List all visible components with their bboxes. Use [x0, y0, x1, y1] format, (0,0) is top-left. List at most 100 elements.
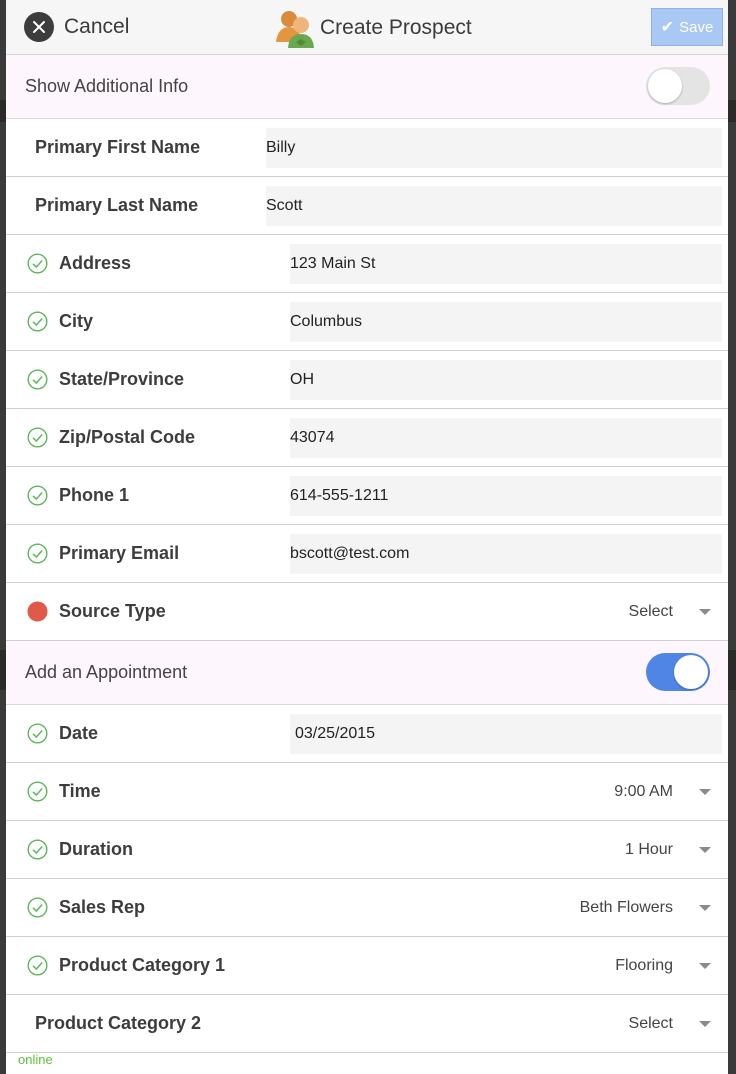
date-row: Date 03/25/2015	[6, 705, 728, 763]
email-field[interactable]: bscott@test.com	[290, 534, 722, 574]
dialog-title-text: Create Prospect	[320, 16, 472, 39]
primary-first-name-value: Billy	[266, 139, 296, 156]
duration-label: Duration	[59, 839, 133, 859]
product-category-1-select[interactable]: Flooring	[615, 937, 728, 994]
sales-rep-value: Beth Flowers	[579, 898, 673, 916]
valid-check-icon	[27, 543, 48, 564]
chevron-down-icon	[699, 788, 711, 795]
city-label: City	[59, 311, 94, 331]
time-row: Time 9:00 AM	[6, 763, 728, 821]
valid-check-icon	[27, 955, 48, 976]
valid-check-icon	[27, 897, 48, 918]
valid-check-icon	[27, 781, 48, 802]
city-value: Columbus	[290, 313, 363, 330]
email-row: Primary Email bscott@test.com	[6, 525, 728, 583]
zip-row: Zip/Postal Code 43074	[6, 409, 728, 467]
create-prospect-dialog: Cancel Create Prospect ✔ Save Show Addit…	[6, 0, 728, 1074]
chevron-down-icon	[699, 608, 711, 615]
phone-row: Phone 1 614-555-1211	[6, 467, 728, 525]
valid-check-icon	[27, 723, 48, 744]
save-label: Save	[679, 18, 714, 36]
toggle-knob	[674, 655, 708, 689]
time-label: Time	[59, 781, 101, 801]
duration-value: 1 Hour	[624, 840, 673, 858]
time-select[interactable]: 9:00 AM	[614, 763, 728, 820]
primary-last-name-row: Primary Last Name Scott	[6, 177, 728, 235]
chevron-down-icon	[699, 846, 711, 853]
show-additional-info-label: Show Additional Info	[25, 76, 189, 96]
valid-check-icon	[27, 485, 48, 506]
add-appointment-row: Add an Appointment	[6, 641, 728, 705]
dialog-header: Cancel Create Prospect ✔ Save	[6, 0, 728, 55]
valid-check-icon	[27, 253, 48, 274]
address-label: Address	[59, 253, 132, 273]
checkmark-icon: ✔	[660, 19, 675, 36]
primary-first-name-label: Primary First Name	[35, 137, 201, 157]
email-value: bscott@test.com	[290, 545, 410, 562]
valid-check-icon	[27, 369, 48, 390]
state-value: OH	[290, 371, 314, 388]
product-category-2-label: Product Category 2	[35, 1013, 202, 1033]
duration-select[interactable]: 1 Hour	[625, 821, 728, 878]
primary-last-name-value: Scott	[266, 197, 303, 214]
show-additional-info-toggle[interactable]	[646, 67, 710, 105]
prospect-people-icon	[276, 11, 314, 48]
primary-last-name-field[interactable]: Scott	[266, 186, 722, 226]
source-type-label: Source Type	[59, 601, 166, 621]
toggle-knob	[648, 69, 682, 103]
product-category-2-row: Product Category 2 Select	[6, 995, 728, 1053]
source-type-select[interactable]: Select	[629, 583, 728, 640]
zip-field[interactable]: 43074	[290, 418, 722, 458]
duration-row: Duration 1 Hour	[6, 821, 728, 879]
show-additional-info-row: Show Additional Info	[6, 55, 728, 119]
state-label: State/Province	[59, 369, 185, 389]
dialog-title: Create Prospect	[274, 8, 472, 48]
cancel-label: Cancel	[64, 15, 130, 38]
chevron-down-icon	[699, 904, 711, 911]
valid-check-icon	[27, 427, 48, 448]
save-button[interactable]: ✔ Save	[651, 8, 723, 46]
zip-label: Zip/Postal Code	[59, 427, 196, 447]
add-appointment-label: Add an Appointment	[25, 662, 188, 682]
phone-field[interactable]: 614-555-1211	[290, 476, 722, 516]
product-category-1-label: Product Category 1	[59, 955, 226, 975]
valid-check-icon	[27, 839, 48, 860]
zip-value: 43074	[290, 429, 335, 446]
phone-value: 614-555-1211	[290, 487, 389, 504]
valid-check-icon	[27, 311, 48, 332]
source-type-value: Select	[628, 602, 673, 620]
date-field[interactable]: 03/25/2015	[290, 714, 722, 754]
state-field[interactable]: OH	[290, 360, 722, 400]
state-row: State/Province OH	[6, 351, 728, 409]
chevron-down-icon	[699, 1020, 711, 1027]
city-row: City Columbus	[6, 293, 728, 351]
close-icon	[24, 12, 54, 42]
city-field[interactable]: Columbus	[290, 302, 722, 342]
source-type-row: Source Type Select	[6, 583, 728, 641]
address-value: 123 Main St	[290, 255, 376, 272]
cancel-button[interactable]: Cancel	[24, 12, 129, 42]
date-value: 03/25/2015	[295, 725, 376, 742]
date-label: Date	[59, 723, 99, 743]
background-strip-right-top	[728, 100, 736, 122]
background-strip-right-mid	[728, 650, 736, 690]
required-dot-icon	[27, 601, 48, 622]
primary-last-name-label: Primary Last Name	[35, 195, 199, 215]
connection-status: online	[18, 1052, 53, 1067]
address-field[interactable]: 123 Main St	[290, 244, 722, 284]
time-value: 9:00 AM	[614, 782, 673, 800]
product-category-1-value: Flooring	[615, 956, 673, 974]
product-category-1-row: Product Category 1 Flooring	[6, 937, 728, 995]
address-row: Address 123 Main St	[6, 235, 728, 293]
product-category-2-value: Select	[628, 1014, 673, 1032]
product-category-2-select[interactable]: Select	[629, 995, 728, 1052]
sales-rep-label: Sales Rep	[59, 897, 146, 917]
sales-rep-select[interactable]: Beth Flowers	[580, 879, 728, 936]
add-appointment-toggle[interactable]	[646, 653, 710, 691]
sales-rep-row: Sales Rep Beth Flowers	[6, 879, 728, 937]
email-label: Primary Email	[59, 543, 180, 563]
phone-label: Phone 1	[59, 485, 130, 505]
chevron-down-icon	[699, 962, 711, 969]
primary-first-name-row: Primary First Name Billy	[6, 119, 728, 177]
primary-first-name-field[interactable]: Billy	[266, 128, 722, 168]
